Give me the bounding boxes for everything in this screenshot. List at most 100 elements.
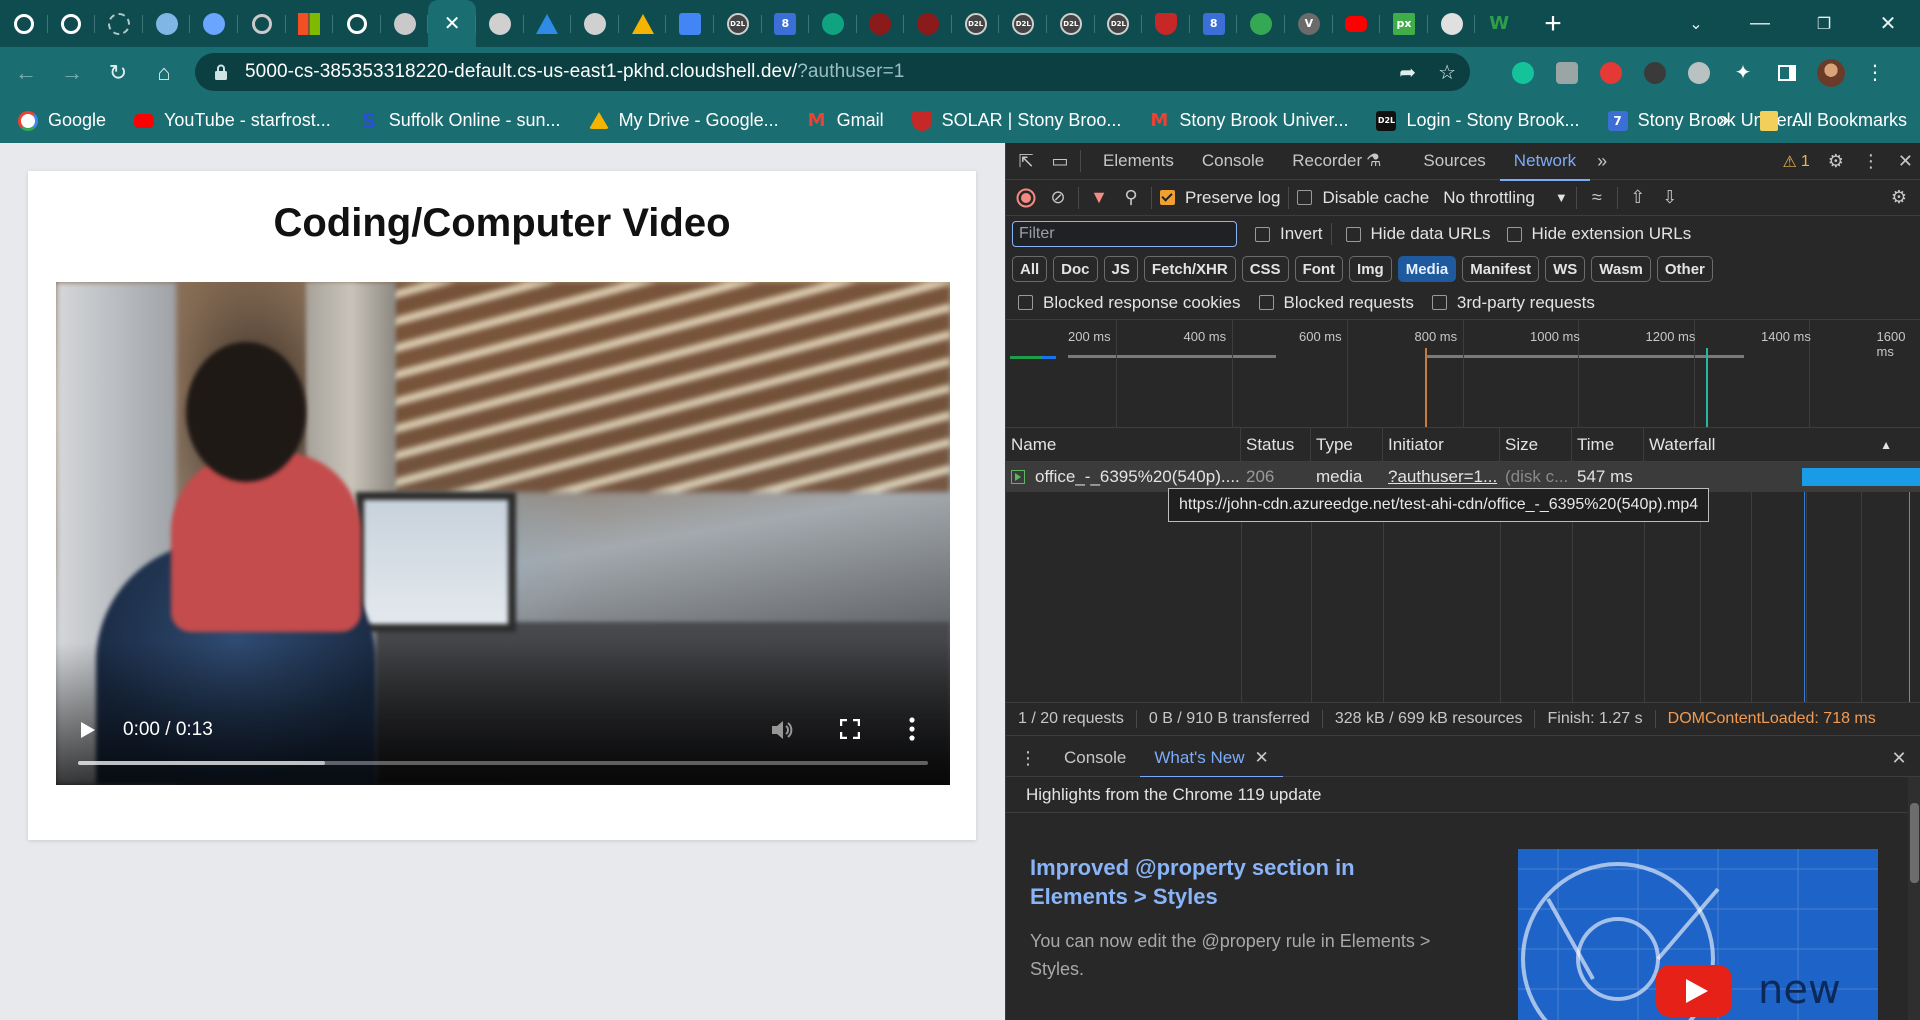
blocked-requests-checkbox[interactable]: Blocked requests <box>1258 293 1414 313</box>
drawer-tab-whats-new[interactable]: What's New ✕ <box>1140 740 1284 778</box>
invert-checkbox[interactable]: Invert <box>1255 224 1323 244</box>
tab[interactable] <box>1333 0 1381 47</box>
column-size[interactable]: Size <box>1500 427 1572 462</box>
type-filter-wasm[interactable]: Wasm <box>1591 256 1651 282</box>
scroll-thumb[interactable] <box>1910 803 1919 883</box>
url-text[interactable]: 5000-cs-385353318220-default.cs-us-east1… <box>245 61 904 83</box>
more-tabs-icon[interactable]: » <box>1590 149 1614 173</box>
extension-dark-icon[interactable] <box>1640 58 1670 88</box>
clear-icon[interactable]: ⊘ <box>1046 186 1070 210</box>
hide-extension-urls-checkbox[interactable]: Hide extension URLs <box>1506 224 1691 244</box>
lock-icon[interactable] <box>213 63 229 81</box>
volume-icon[interactable] <box>769 717 795 743</box>
import-har-icon[interactable]: ⇧ <box>1626 186 1650 210</box>
tab-recorder[interactable]: Recorder ⚗ <box>1278 143 1395 180</box>
network-settings-icon[interactable]: ⚙ <box>1887 186 1911 210</box>
checkbox[interactable] <box>1297 190 1313 205</box>
tab[interactable]: V <box>1285 0 1333 47</box>
tab[interactable]: D2L <box>999 0 1047 47</box>
bookmark-item[interactable]: M Gmail <box>789 103 894 139</box>
network-overview-timeline[interactable]: 200 ms 400 ms 600 ms 800 ms 1000 ms 1200 ms 14… <box>1006 320 1920 428</box>
column-initiator[interactable]: Initiator <box>1383 427 1500 462</box>
tab[interactable] <box>381 0 429 47</box>
whats-new-video-thumbnail[interactable]: new <box>1518 849 1878 1020</box>
type-filter-ws[interactable]: WS <box>1545 256 1586 282</box>
export-har-icon[interactable]: ⇩ <box>1658 186 1682 210</box>
hide-data-urls-checkbox[interactable]: Hide data URLs <box>1345 224 1491 244</box>
tab[interactable]: D2L <box>1095 0 1143 47</box>
column-time[interactable]: Time <box>1572 427 1644 462</box>
tab[interactable] <box>238 0 286 47</box>
search-icon[interactable]: ⚲ <box>1119 186 1143 210</box>
drawer-scrollbar[interactable] <box>1908 777 1920 1020</box>
side-panel-icon[interactable] <box>1772 58 1802 88</box>
avatar[interactable] <box>1816 58 1846 88</box>
article-title-link[interactable]: Improved @property section in Elements >… <box>1030 853 1450 911</box>
network-conditions-icon[interactable]: ≈ <box>1585 186 1609 210</box>
drawer-menu-icon[interactable]: ⋮ <box>1016 746 1040 770</box>
tab[interactable] <box>333 0 381 47</box>
devtools-menu-icon[interactable]: ⋮ <box>1862 151 1880 172</box>
throttling-select[interactable]: No throttling ▼ <box>1443 188 1568 208</box>
tab[interactable]: 8 <box>762 0 810 47</box>
column-waterfall[interactable]: Waterfall ▲ <box>1644 428 1904 462</box>
checkbox[interactable] <box>1018 295 1033 310</box>
checkbox-checked[interactable] <box>1160 190 1175 205</box>
chrome-menu-icon[interactable]: ⋮ <box>1860 58 1890 88</box>
bookmarks-overflow-button[interactable]: » <box>1718 98 1729 143</box>
tab[interactable]: 8 <box>1190 0 1238 47</box>
video-more-icon[interactable] <box>909 717 915 741</box>
back-button[interactable]: ← <box>6 53 46 93</box>
grammarly-icon[interactable] <box>1508 58 1538 88</box>
close-icon[interactable]: ✕ <box>444 11 461 36</box>
fullscreen-icon[interactable] <box>839 718 861 740</box>
tab-search-button[interactable]: ⌄ <box>1664 4 1728 44</box>
extensions-puzzle-icon[interactable]: ✦ <box>1728 58 1758 88</box>
forward-button[interactable]: → <box>52 53 92 93</box>
column-status[interactable]: Status <box>1241 427 1311 462</box>
bookmark-item[interactable]: My Drive - Google... <box>571 103 789 139</box>
close-tab-icon[interactable]: ✕ <box>1255 748 1269 768</box>
tab[interactable] <box>95 0 143 47</box>
checkbox[interactable] <box>1258 295 1274 310</box>
tab-sources[interactable]: Sources <box>1409 143 1499 180</box>
tab-active[interactable]: ✕ <box>428 0 476 47</box>
adblock-icon[interactable] <box>1596 58 1626 88</box>
bookmark-item[interactable]: YouTube - starfrost... <box>116 103 341 139</box>
inspect-element-icon[interactable]: ⇱ <box>1014 149 1038 173</box>
video-player[interactable]: 0:00 / 0:13 <box>56 282 950 785</box>
tab[interactable] <box>0 0 48 47</box>
all-bookmarks-button[interactable]: All Bookmarks <box>1760 98 1907 143</box>
tab[interactable] <box>809 0 857 47</box>
share-icon[interactable]: ➦ <box>1399 60 1416 85</box>
filter-funnel-icon[interactable]: ▼ <box>1087 186 1111 210</box>
preserve-log-checkbox[interactable]: Preserve log <box>1160 188 1280 208</box>
tab-console[interactable]: Console <box>1188 143 1278 180</box>
tab[interactable] <box>857 0 905 47</box>
tab[interactable] <box>524 0 572 47</box>
type-filter-other[interactable]: Other <box>1656 256 1713 282</box>
bookmark-item[interactable]: S Suffolk Online - sun... <box>341 103 571 139</box>
tab[interactable] <box>666 0 714 47</box>
address-bar[interactable]: 5000-cs-385353318220-default.cs-us-east1… <box>195 53 1470 91</box>
drawer-tab-console[interactable]: Console <box>1050 740 1140 777</box>
minimize-button[interactable]: — <box>1728 4 1792 44</box>
tab[interactable] <box>571 0 619 47</box>
tab[interactable]: D2L <box>1047 0 1095 47</box>
new-tab-button[interactable]: + <box>1533 4 1573 44</box>
tab[interactable] <box>619 0 667 47</box>
column-type[interactable]: Type <box>1311 427 1383 462</box>
close-window-button[interactable]: ✕ <box>1856 4 1920 44</box>
blocked-response-cookies-checkbox[interactable]: Blocked response cookies <box>1018 293 1241 313</box>
checkbox[interactable] <box>1255 226 1270 242</box>
tab[interactable]: D2L <box>952 0 1000 47</box>
type-filter-js[interactable]: JS <box>1103 256 1138 282</box>
type-filter-fetch-xhr[interactable]: Fetch/XHR <box>1143 256 1236 282</box>
reload-button[interactable]: ↻ <box>98 53 138 93</box>
tab[interactable] <box>1428 0 1476 47</box>
type-filter-img[interactable]: Img <box>1349 256 1392 282</box>
play-icon[interactable] <box>80 721 96 739</box>
tab[interactable]: px <box>1380 0 1428 47</box>
warning-badge[interactable]: ⚠ 1 <box>1783 152 1810 172</box>
checkbox[interactable] <box>1431 295 1447 310</box>
